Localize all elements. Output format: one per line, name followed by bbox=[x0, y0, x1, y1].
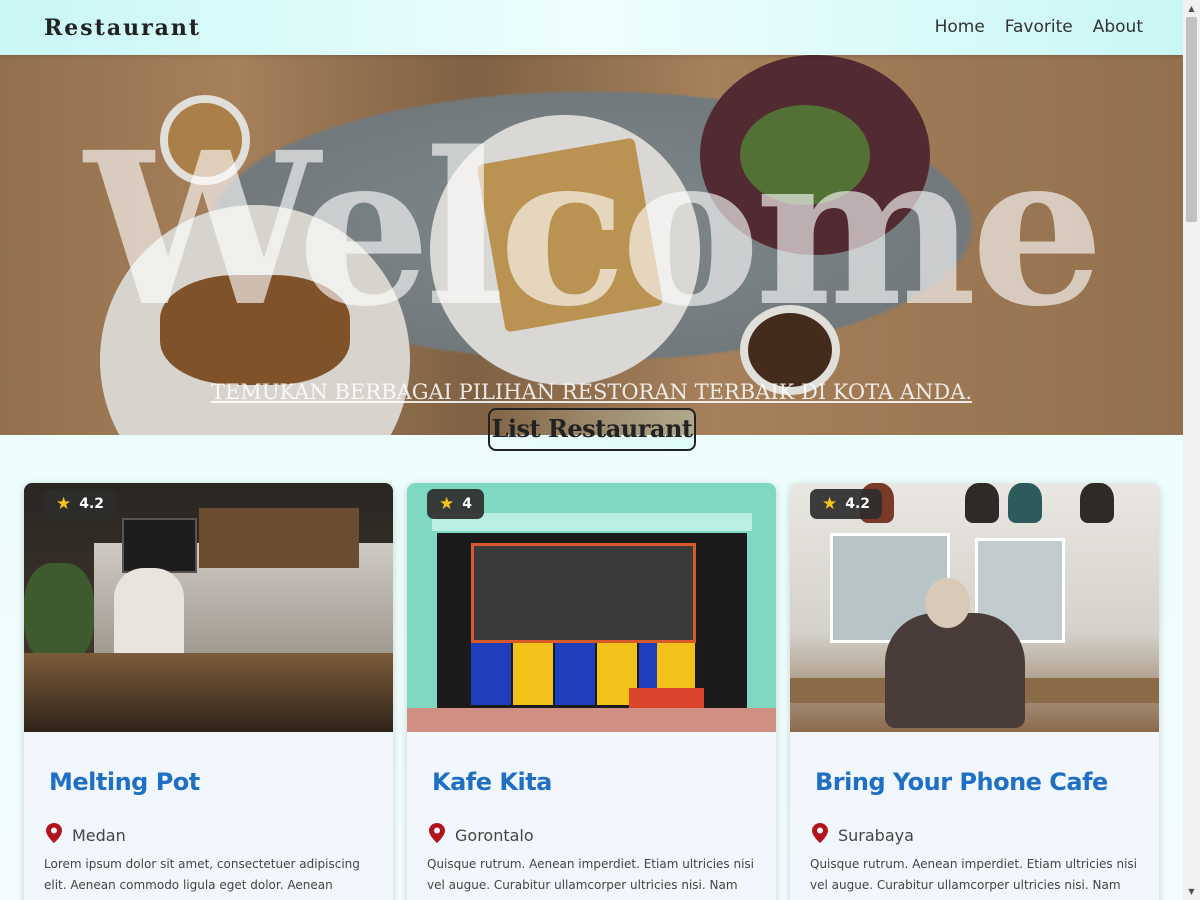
star-icon: ★ bbox=[56, 494, 72, 514]
rating-badge: ★ 4.2 bbox=[810, 489, 883, 519]
restaurant-card[interactable]: ★ 4.2 Melting Pot Medan Lorem ipsum dolo… bbox=[24, 483, 393, 900]
rating-badge: ★ 4 bbox=[427, 489, 484, 519]
nav-home[interactable]: Home bbox=[935, 17, 985, 37]
nav-favorite[interactable]: Favorite bbox=[1005, 17, 1073, 37]
restaurant-name[interactable]: Melting Pot bbox=[49, 768, 200, 796]
main-nav: Home Favorite About bbox=[915, 17, 1143, 37]
scroll-thumb[interactable] bbox=[1186, 17, 1197, 222]
restaurant-description: Quisque rutrum. Aenean imperdiet. Etiam … bbox=[810, 857, 1138, 900]
restaurant-city: Medan bbox=[72, 826, 126, 845]
app-header: Restaurant Home Favorite About bbox=[0, 0, 1183, 55]
restaurant-image[interactable] bbox=[790, 483, 1159, 732]
brand-logo[interactable]: Restaurant bbox=[44, 15, 201, 41]
rating-badge: ★ 4.2 bbox=[44, 489, 117, 519]
nav-about[interactable]: About bbox=[1093, 17, 1143, 37]
restaurant-city: Surabaya bbox=[838, 826, 914, 845]
restaurant-image[interactable] bbox=[24, 483, 393, 732]
restaurant-description: Quisque rutrum. Aenean imperdiet. Etiam … bbox=[427, 857, 755, 900]
restaurant-city: Gorontalo bbox=[455, 826, 534, 845]
location-pin-icon bbox=[429, 823, 445, 843]
restaurant-image[interactable] bbox=[407, 483, 776, 732]
hero-subtitle: TEMUKAN BERBAGAI PILIHAN RESTORAN TERBAI… bbox=[210, 380, 973, 404]
location-pin-icon bbox=[812, 823, 828, 843]
hero-banner: Welcome TEMUKAN BERBAGAI PILIHAN RESTORA… bbox=[0, 55, 1183, 435]
section-title: List Restaurant bbox=[488, 408, 696, 451]
restaurant-description: Lorem ipsum dolor sit amet, consectetuer… bbox=[44, 857, 360, 900]
rating-value: 4 bbox=[462, 496, 472, 512]
restaurant-name[interactable]: Bring Your Phone Cafe bbox=[815, 768, 1108, 796]
restaurant-name[interactable]: Kafe Kita bbox=[432, 768, 552, 796]
restaurant-card[interactable]: ★ 4 Kafe Kita Gorontalo Quisque rutrum. … bbox=[407, 483, 776, 900]
star-icon: ★ bbox=[822, 494, 838, 514]
location-pin-icon bbox=[46, 823, 62, 843]
rating-value: 4.2 bbox=[79, 496, 105, 512]
hero-title: Welcome bbox=[84, 106, 1105, 353]
star-icon: ★ bbox=[439, 494, 455, 514]
vertical-scrollbar[interactable]: ▲ ▼ bbox=[1183, 0, 1200, 900]
page: Restaurant Home Favorite About Welcome T… bbox=[0, 0, 1183, 900]
scroll-up-arrow-icon[interactable]: ▲ bbox=[1183, 0, 1200, 17]
restaurant-card[interactable]: ★ 4.2 Bring Your Phone Cafe Surabaya Qui… bbox=[790, 483, 1159, 900]
rating-value: 4.2 bbox=[845, 496, 871, 512]
scroll-down-arrow-icon[interactable]: ▼ bbox=[1183, 883, 1200, 900]
